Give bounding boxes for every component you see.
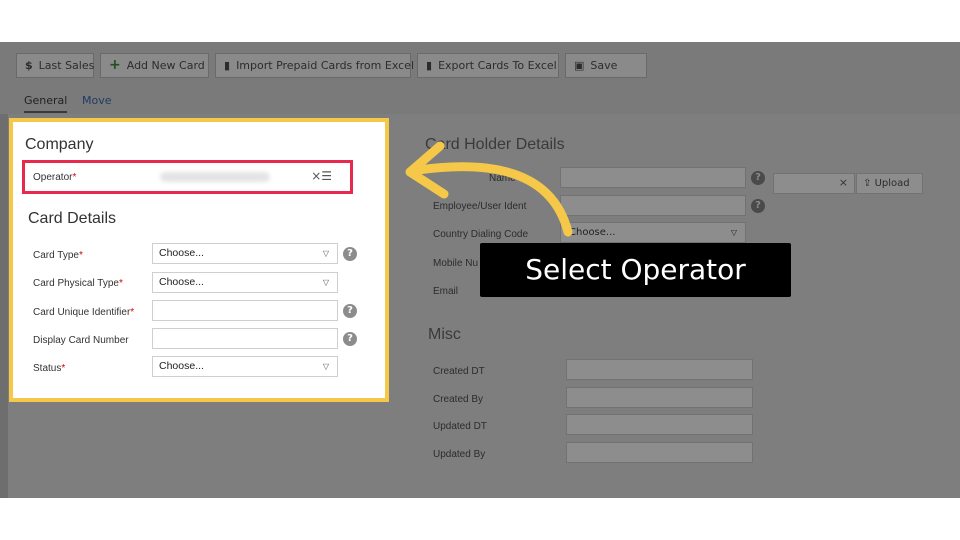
operator-label: Operator*: [33, 172, 77, 183]
updated-dt-label: Updated DT: [433, 421, 487, 432]
card-details-heading: Card Details: [28, 210, 117, 227]
floppy-disk-icon: ▣: [574, 59, 585, 72]
display-card-number-label: Display Card Number: [33, 335, 129, 346]
card-type-value: Choose...: [159, 247, 204, 259]
toolbar: $ Last Sales + Add New Card ▮ Import Pre…: [0, 42, 960, 90]
updated-dt-field: [566, 414, 753, 435]
operator-field-highlight[interactable]: Operator* ×☰: [22, 160, 353, 194]
upload-label: Upload: [874, 178, 910, 189]
excel-file-icon: ▮: [426, 59, 433, 72]
card-physical-type-select[interactable]: Choose... ▽: [152, 272, 338, 293]
chevron-down-icon: ▽: [730, 228, 737, 237]
left-scroll-strip: [0, 114, 8, 498]
created-dt-field: [566, 359, 753, 380]
card-unique-id-label: Card Unique Identifier*: [33, 307, 135, 318]
import-excel-label: Import Prepaid Cards from Excel: [236, 59, 415, 72]
chevron-down-icon: ▽: [322, 249, 329, 258]
tab-move[interactable]: Move: [82, 94, 112, 107]
chevron-down-icon: ▽: [322, 278, 329, 287]
photo-path-input[interactable]: ×: [773, 173, 855, 194]
name-label: Name: [489, 173, 516, 184]
upload-button[interactable]: ⇪ Upload: [856, 173, 923, 194]
country-code-label: Country Dialing Code: [433, 229, 529, 240]
last-sales-button[interactable]: $ Last Sales: [16, 53, 94, 78]
status-label: Status*: [33, 363, 66, 374]
plus-icon: +: [109, 57, 121, 73]
help-icon[interactable]: ?: [343, 304, 357, 318]
updated-by-field: [566, 442, 753, 463]
created-by-label: Created By: [433, 394, 484, 405]
export-excel-label: Export Cards To Excel: [438, 59, 557, 72]
country-code-value: Choose...: [569, 227, 616, 238]
card-holder-heading: Card Holder Details: [425, 136, 565, 153]
tab-general[interactable]: General: [24, 94, 68, 113]
card-physical-type-label: Card Physical Type*: [33, 278, 123, 289]
card-unique-id-input[interactable]: [152, 300, 338, 321]
card-type-select[interactable]: Choose... ▽: [152, 243, 338, 264]
status-value: Choose...: [159, 360, 204, 372]
chevron-down-icon: ▽: [322, 362, 329, 371]
upload-icon: ⇪: [863, 178, 872, 189]
card-physical-type-value: Choose...: [159, 276, 204, 288]
last-sales-label: Last Sales: [38, 59, 95, 72]
misc-heading: Misc: [428, 326, 461, 343]
callout-label: Select Operator: [480, 243, 791, 297]
name-input[interactable]: [560, 167, 746, 188]
add-new-card-button[interactable]: + Add New Card: [100, 53, 209, 78]
company-heading: Company: [25, 136, 94, 153]
clear-icon[interactable]: ×: [839, 176, 848, 189]
card-type-label: Card Type*: [33, 250, 83, 261]
save-label: Save: [590, 59, 618, 72]
help-icon[interactable]: ?: [751, 199, 765, 213]
tab-bar: General Move: [0, 90, 960, 114]
help-icon[interactable]: ?: [343, 247, 357, 261]
excel-file-icon: ▮: [224, 59, 231, 72]
updated-by-label: Updated By: [433, 449, 486, 460]
employee-id-input[interactable]: [560, 195, 746, 216]
created-dt-label: Created DT: [433, 366, 485, 377]
add-new-card-label: Add New Card: [126, 59, 205, 72]
employee-id-label: Employee/User Ident: [433, 201, 527, 212]
save-button[interactable]: ▣ Save: [565, 53, 647, 78]
country-code-select[interactable]: Choose... ▽: [560, 222, 746, 243]
clear-and-list-icon[interactable]: ×☰: [311, 169, 332, 183]
help-icon[interactable]: ?: [343, 332, 357, 346]
dollar-icon: $: [25, 59, 33, 72]
created-by-field: [566, 387, 753, 408]
export-excel-button[interactable]: ▮ Export Cards To Excel: [417, 53, 559, 78]
help-icon[interactable]: ?: [751, 171, 765, 185]
display-card-number-input[interactable]: [152, 328, 338, 349]
status-select[interactable]: Choose... ▽: [152, 356, 338, 377]
email-label: Email: [433, 286, 459, 297]
operator-value-blurred: [160, 172, 270, 182]
import-excel-button[interactable]: ▮ Import Prepaid Cards from Excel: [215, 53, 415, 78]
mobile-label: Mobile Nu: [433, 258, 479, 269]
